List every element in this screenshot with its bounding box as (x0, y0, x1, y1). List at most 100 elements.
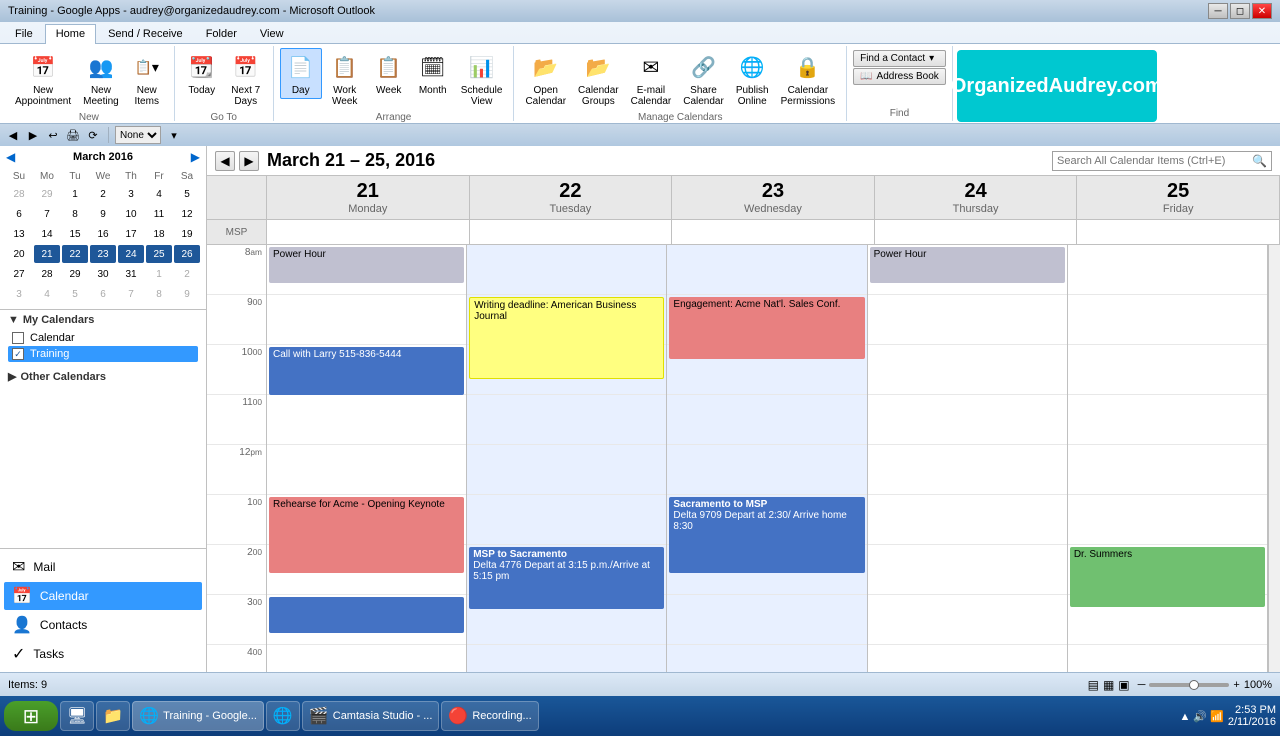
today-button[interactable]: 📆 Today (181, 48, 223, 99)
day-column-thursday[interactable]: Power Hour (868, 245, 1068, 672)
calendar-search-input[interactable] (1053, 153, 1248, 169)
cal-day[interactable]: 24 (118, 245, 144, 263)
share-calendar-button[interactable]: 🔗 ShareCalendar (678, 48, 729, 110)
category-select[interactable]: None (115, 126, 161, 144)
minimize-button[interactable]: ─ (1208, 3, 1228, 19)
cal-day[interactable]: 11 (146, 205, 172, 223)
cal-day[interactable]: 26 (174, 245, 200, 263)
cal-day[interactable]: 1 (62, 185, 88, 203)
status-view-btn-2[interactable]: ▦ (1103, 678, 1114, 692)
qat-forward-button[interactable]: ▶ (24, 126, 42, 144)
cal-day[interactable]: 8 (62, 205, 88, 223)
cal-day[interactable]: 29 (34, 185, 60, 203)
event-power-hour-thu[interactable]: Power Hour (870, 247, 1065, 283)
nav-tasks-button[interactable]: ✓ Tasks (4, 640, 202, 668)
calendar-item-training[interactable]: Training (8, 346, 198, 362)
calendar-next-button[interactable]: ▶ (239, 151, 259, 171)
allday-cell-wed[interactable] (672, 220, 875, 244)
cal-day[interactable]: 1 (146, 265, 172, 283)
close-button[interactable]: ✕ (1252, 3, 1272, 19)
cal-day[interactable]: 29 (62, 265, 88, 283)
new-appointment-button[interactable]: 📅 NewAppointment (10, 48, 76, 110)
cal-day[interactable]: 27 (6, 265, 32, 283)
mini-calendar-next-button[interactable]: ▶ (189, 150, 202, 164)
cal-day[interactable]: 7 (118, 285, 144, 303)
cal-day[interactable]: 5 (174, 185, 200, 203)
cal-day[interactable]: 2 (174, 265, 200, 283)
taskbar-windows-explorer[interactable]: 🖥 (60, 701, 94, 731)
cal-day[interactable]: 8 (146, 285, 172, 303)
cal-day[interactable]: 21 (34, 245, 60, 263)
cal-day[interactable]: 30 (90, 265, 116, 283)
taskbar-ie[interactable]: 🌐 (266, 701, 300, 731)
cal-day[interactable]: 10 (118, 205, 144, 223)
other-calendars-header[interactable]: ▶ Other Calendars (8, 370, 198, 383)
cal-day[interactable]: 22 (62, 245, 88, 263)
calendar-permissions-button[interactable]: 🔒 CalendarPermissions (776, 48, 840, 110)
cal-day[interactable]: 4 (146, 185, 172, 203)
zoom-plus[interactable]: + (1233, 679, 1239, 691)
calendar-search[interactable]: 🔍 (1052, 151, 1272, 171)
taskbar-recording[interactable]: 🔴 Recording... (441, 701, 538, 731)
cal-day[interactable]: 3 (118, 185, 144, 203)
calendar-item-calendar[interactable]: Calendar (8, 330, 198, 346)
cal-day[interactable]: 6 (6, 205, 32, 223)
find-contact-button[interactable]: Find a Contact ▾ (853, 50, 946, 67)
qat-filter-button[interactable]: ▾ (165, 126, 183, 144)
oa-logo[interactable]: OrganizedAudrey.com (957, 50, 1157, 122)
taskbar-file-explorer[interactable]: 📁 (96, 701, 130, 731)
nav-contacts-button[interactable]: 👤 Contacts (4, 611, 202, 639)
cal-day[interactable]: 28 (6, 185, 32, 203)
week-button[interactable]: 📋 Week (368, 48, 410, 99)
cal-day[interactable]: 31 (118, 265, 144, 283)
cal-day[interactable]: 28 (34, 265, 60, 283)
calendar-prev-button[interactable]: ◀ (215, 151, 235, 171)
tab-view[interactable]: View (249, 24, 295, 43)
status-view-btn-1[interactable]: ▤ (1088, 678, 1099, 692)
cal-day[interactable]: 18 (146, 225, 172, 243)
cal-day[interactable]: 6 (90, 285, 116, 303)
address-book-button[interactable]: 📖 Address Book (853, 68, 946, 85)
day-view-button[interactable]: 📄 Day (280, 48, 322, 99)
qat-undo-button[interactable]: ↩ (44, 126, 62, 144)
cal-day[interactable]: 12 (174, 205, 200, 223)
cal-day[interactable]: 7 (34, 205, 60, 223)
next-7-days-button[interactable]: 📅 Next 7Days (225, 48, 267, 110)
tab-home[interactable]: Home (45, 24, 96, 44)
cal-day[interactable]: 4 (34, 285, 60, 303)
event-rehearse-acme[interactable]: Rehearse for Acme - Opening Keynote (269, 497, 464, 573)
mini-calendar-prev-button[interactable]: ◀ (4, 150, 17, 164)
qat-sync-button[interactable]: ⟳ (84, 126, 102, 144)
new-meeting-button[interactable]: 👥 NewMeeting (78, 48, 124, 110)
zoom-minus[interactable]: ─ (1138, 679, 1146, 691)
event-sacramento-msp[interactable]: Sacramento to MSPDelta 9709 Depart at 2:… (669, 497, 864, 573)
cal-day[interactable]: 20 (6, 245, 32, 263)
allday-cell-fri[interactable] (1077, 220, 1280, 244)
cal-day[interactable]: 15 (62, 225, 88, 243)
event-dr-summers[interactable]: Dr. Summers (1070, 547, 1265, 607)
work-week-button[interactable]: 📋 WorkWeek (324, 48, 366, 110)
cal-day[interactable]: 13 (6, 225, 32, 243)
event-engagement-acme[interactable]: Engagement: Acme Nat'l. Sales Conf. (669, 297, 864, 359)
cal-day[interactable]: 17 (118, 225, 144, 243)
cal-day[interactable]: 23 (90, 245, 116, 263)
event-msp-sacramento[interactable]: MSP to SacramentoDelta 4776 Depart at 3:… (469, 547, 664, 609)
tab-file[interactable]: File (4, 24, 44, 43)
event-power-hour-mon[interactable]: Power Hour (269, 247, 464, 283)
my-calendars-header[interactable]: ▼ My Calendars (8, 314, 198, 326)
tab-folder[interactable]: Folder (195, 24, 248, 43)
restore-button[interactable]: ◻ (1230, 3, 1250, 19)
event-writing-deadline[interactable]: Writing deadline: American Business Jour… (469, 297, 664, 379)
day-column-wednesday[interactable]: Engagement: Acme Nat'l. Sales Conf. Sacr… (667, 245, 867, 672)
day-column-tuesday[interactable]: Writing deadline: American Business Jour… (467, 245, 667, 672)
email-calendar-button[interactable]: ✉ E-mailCalendar (626, 48, 677, 110)
nav-calendar-button[interactable]: 📅 Calendar (4, 582, 202, 610)
event-call-larry[interactable]: Call with Larry 515-836-5444 (269, 347, 464, 395)
day-column-monday[interactable]: Power Hour Call with Larry 515-836-5444 … (267, 245, 467, 672)
cal-day[interactable]: 9 (174, 285, 200, 303)
allday-cell-thu[interactable] (875, 220, 1078, 244)
schedule-view-button[interactable]: 📊 ScheduleView (456, 48, 508, 110)
allday-cell-tue[interactable] (470, 220, 673, 244)
status-view-btn-3[interactable]: ▣ (1118, 678, 1129, 692)
training-checkbox[interactable] (12, 348, 24, 360)
